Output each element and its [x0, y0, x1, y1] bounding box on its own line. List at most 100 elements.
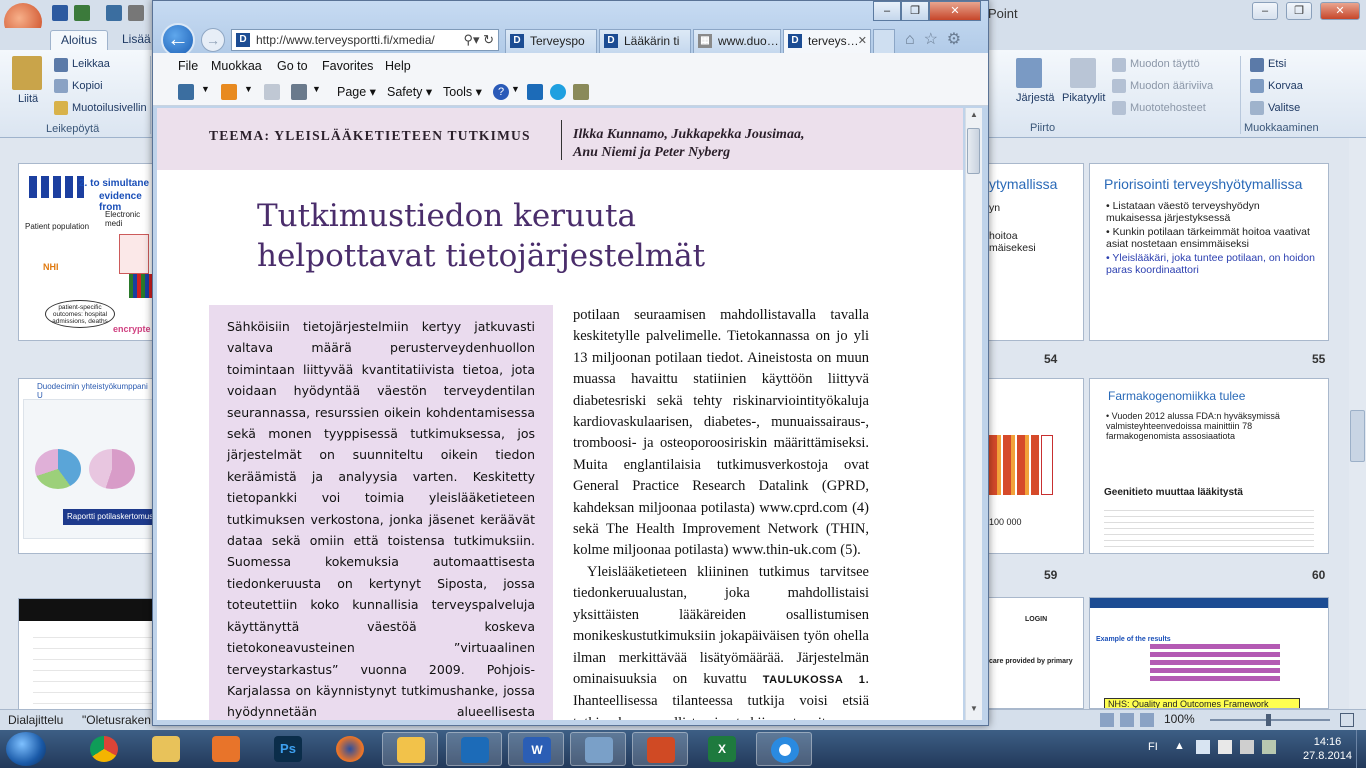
- replace-icon[interactable]: [1250, 79, 1264, 93]
- tray-clock[interactable]: 14:16 27.8.2014: [1303, 735, 1352, 763]
- taskbar-photoshop[interactable]: Ps: [260, 732, 316, 766]
- menu-favorites[interactable]: Favorites: [322, 59, 373, 73]
- menu-goto[interactable]: Go to: [277, 59, 308, 73]
- cut-label[interactable]: Leikkaa: [72, 58, 110, 70]
- language-indicator[interactable]: FI: [1148, 741, 1158, 753]
- taskbar-internet-explorer[interactable]: [756, 732, 812, 766]
- slide-thumbnail[interactable]: [18, 598, 155, 710]
- rss-feed-icon[interactable]: [221, 84, 237, 100]
- browser-tab[interactable]: D Lääkärin ti: [599, 29, 691, 53]
- pp-maximize-button[interactable]: ❐: [1286, 2, 1312, 20]
- find-icon[interactable]: [1250, 58, 1264, 72]
- show-hidden-icons-icon[interactable]: ▲: [1174, 740, 1185, 752]
- shape-fill-label[interactable]: Muodon täyttö: [1130, 58, 1200, 70]
- paste-label[interactable]: Liitä: [18, 93, 38, 105]
- slide-thumbnail[interactable]: 2. to simultane evidence from Electronic…: [18, 163, 155, 341]
- undo-icon[interactable]: [74, 5, 90, 21]
- fit-to-window-icon[interactable]: [1340, 713, 1354, 727]
- home-icon[interactable]: [178, 84, 194, 100]
- back-button[interactable]: ←: [161, 23, 195, 57]
- copy-label[interactable]: Kopioi: [72, 80, 103, 92]
- cut-icon[interactable]: [54, 58, 68, 72]
- quick-styles-icon[interactable]: [1070, 58, 1096, 88]
- shape-effects-label[interactable]: Muototehosteet: [1130, 102, 1206, 114]
- taskbar-explorer[interactable]: [138, 732, 194, 766]
- zoom-slider-thumb[interactable]: [1266, 714, 1271, 726]
- menu-file[interactable]: File: [178, 59, 198, 73]
- select-label[interactable]: Valitse: [1268, 102, 1300, 114]
- address-actions[interactable]: ⚲▾ ↻: [463, 32, 494, 48]
- gear-icon[interactable]: ⚙: [947, 31, 961, 48]
- dropdown-arrow-icon[interactable]: ▼: [244, 84, 253, 94]
- copy-icon[interactable]: [54, 79, 68, 93]
- browser-tab[interactable]: D Terveyspo: [505, 29, 597, 53]
- maximize-button[interactable]: ❐: [901, 1, 929, 21]
- shape-outline-label[interactable]: Muodon ääriviiva: [1130, 80, 1213, 92]
- help-icon[interactable]: ?: [493, 84, 509, 100]
- select-icon[interactable]: [1250, 101, 1264, 115]
- page-scrollbar[interactable]: ▲ ▼: [965, 108, 982, 720]
- slide-thumbnail[interactable]: Priorisointi terveyshyötymallissa • List…: [1089, 163, 1329, 341]
- scroll-down-icon[interactable]: ▼: [967, 704, 981, 718]
- taskbar-powerpoint[interactable]: [632, 732, 688, 766]
- dropdown-arrow-icon[interactable]: ▼: [511, 84, 520, 94]
- pp-minimize-button[interactable]: ‒: [1252, 2, 1278, 20]
- lync-icon[interactable]: [527, 84, 543, 100]
- mail-icon[interactable]: [264, 84, 280, 100]
- taskbar-media-player[interactable]: [198, 732, 254, 766]
- format-painter-icon[interactable]: [54, 101, 68, 115]
- pp-close-button[interactable]: ✕: [1320, 2, 1360, 20]
- page-menu[interactable]: Page ▾: [337, 84, 376, 99]
- show-desktop-button[interactable]: [1356, 730, 1366, 768]
- scroll-up-icon[interactable]: ▲: [967, 110, 981, 124]
- slide-thumbnail[interactable]: 100 000: [988, 378, 1084, 554]
- normal-view-icon[interactable]: [1100, 713, 1114, 727]
- zoom-level[interactable]: 100%: [1164, 712, 1195, 726]
- print-icon[interactable]: [291, 84, 307, 100]
- taskbar-lync[interactable]: [446, 732, 502, 766]
- addon-icon[interactable]: [573, 84, 589, 100]
- battery-icon[interactable]: [1262, 740, 1276, 754]
- replace-label[interactable]: Korvaa: [1268, 80, 1303, 92]
- network-icon[interactable]: [1218, 740, 1232, 754]
- browser-tab-active[interactable]: Dterveys… ✕: [783, 29, 871, 53]
- browser-tab[interactable]: ▦ www.duo…: [693, 29, 781, 53]
- find-label[interactable]: Etsi: [1268, 58, 1286, 70]
- menu-edit[interactable]: Muokkaa: [211, 59, 262, 73]
- shape-outline-icon[interactable]: [1112, 79, 1126, 93]
- slides-scroll-thumb[interactable]: [1350, 410, 1365, 462]
- slide-thumbnail[interactable]: Farmakogenomiikka tulee • Vuoden 2012 al…: [1089, 378, 1329, 554]
- quick-styles-label[interactable]: Pikatyylit: [1062, 92, 1105, 104]
- tray-app-icon[interactable]: [1196, 740, 1210, 754]
- slideshow-icon[interactable]: [1140, 713, 1154, 727]
- arrange-label[interactable]: Järjestä: [1016, 92, 1055, 104]
- favorites-star-icon[interactable]: ☆: [924, 31, 938, 48]
- redo-icon[interactable]: [106, 5, 122, 21]
- dropdown-arrow-icon[interactable]: ▼: [201, 84, 210, 94]
- taskbar-word[interactable]: W: [508, 732, 564, 766]
- shape-effects-icon[interactable]: [1112, 101, 1126, 115]
- page-scroll-thumb[interactable]: [967, 128, 980, 174]
- start-button[interactable]: [6, 732, 46, 766]
- slide-thumbnail[interactable]: LOGIN care provided by primary: [988, 597, 1084, 709]
- skype-icon[interactable]: [550, 84, 566, 100]
- taskbar-chrome[interactable]: [76, 732, 132, 766]
- taskbar-firefox[interactable]: [322, 732, 378, 766]
- minimize-button[interactable]: ‒: [873, 1, 901, 21]
- menu-help[interactable]: Help: [385, 59, 411, 73]
- save-icon[interactable]: [52, 5, 68, 21]
- slide-thumbnail[interactable]: Duodecimin yhteistyökumppani U Raportti …: [18, 378, 155, 554]
- close-button[interactable]: ✕: [929, 1, 981, 21]
- home-icon[interactable]: ⌂: [905, 31, 915, 48]
- taskbar-excel[interactable]: X: [694, 732, 750, 766]
- address-bar[interactable]: D http://www.terveysportti.fi/xmedia/ ⚲▾…: [231, 29, 499, 51]
- customize-quick-access-icon[interactable]: [128, 5, 144, 21]
- slide-thumbnail[interactable]: Example of the results NHS: Quality and …: [1089, 597, 1329, 709]
- paste-icon[interactable]: [12, 56, 42, 90]
- format-painter-label[interactable]: Muotoilusivellin: [72, 102, 147, 114]
- taskbar-remote-desktop[interactable]: [570, 732, 626, 766]
- new-tab-button[interactable]: [873, 29, 895, 53]
- address-url[interactable]: http://www.terveysportti.fi/xmedia/: [256, 33, 435, 47]
- slide-thumbnail[interactable]: ytymallissa yn hoitoa mäisekesi: [988, 163, 1084, 341]
- slide-sorter-icon[interactable]: [1120, 713, 1134, 727]
